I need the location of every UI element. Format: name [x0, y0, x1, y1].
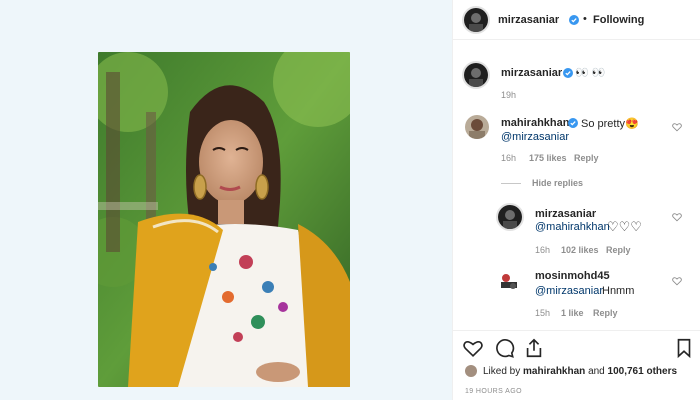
reply-reply-button[interactable]: Reply: [606, 245, 631, 255]
reply-like-heart-icon[interactable]: [672, 212, 682, 222]
comment-reply-button[interactable]: Reply: [574, 153, 599, 163]
reply-mention[interactable]: @mahirahkhan: [535, 221, 610, 233]
caption-avatar[interactable]: [462, 61, 490, 89]
post-header: mirzasaniar • Following: [453, 0, 700, 40]
comment-mention[interactable]: @mirzasaniar: [501, 131, 569, 143]
comment-icon[interactable]: [493, 337, 515, 359]
comment-likes[interactable]: 175 likes: [529, 153, 567, 163]
caption-time: 19h: [501, 90, 517, 100]
author-avatar-image: [464, 8, 488, 32]
comment-avatar-image: [465, 115, 489, 139]
bookmark-icon[interactable]: [673, 337, 695, 359]
post-photo-art: [98, 52, 350, 387]
header-separator: •: [583, 13, 587, 25]
following-button[interactable]: Following: [593, 14, 644, 26]
author-avatar[interactable]: [462, 6, 490, 34]
likes-and: and: [588, 366, 605, 377]
post-detail-panel: mirzasaniar • Following mirzasaniar 👀 👀 …: [452, 0, 700, 400]
post-actions-bar: Liked by mahirahkhan and 100,761 others …: [453, 330, 700, 400]
reply-username[interactable]: mirzasaniar: [535, 208, 596, 220]
post-photo[interactable]: [98, 52, 350, 387]
hide-replies-button[interactable]: Hide replies: [532, 178, 583, 188]
reply-likes[interactable]: 1 like: [561, 308, 584, 318]
verified-badge-icon: [569, 15, 579, 25]
caption-username[interactable]: mirzasaniar: [501, 67, 562, 79]
heart-icon[interactable]: [462, 337, 484, 359]
likes-summary: Liked by mahirahkhan and 100,761 others: [483, 366, 677, 377]
reply-hearts: ♡♡♡: [607, 219, 642, 234]
likes-user[interactable]: mahirahkhan: [523, 366, 585, 377]
hide-replies-line: [501, 183, 521, 184]
reply-likes[interactable]: 102 likes: [561, 245, 599, 255]
share-icon[interactable]: [523, 337, 545, 359]
comment-text: So pretty😍: [581, 118, 639, 130]
post-time-ago: 19 HOURS AGO: [465, 388, 522, 395]
reply-time: 15h: [535, 308, 551, 318]
comment-time: 16h: [501, 153, 517, 163]
caption-avatar-image: [464, 63, 488, 87]
author-username[interactable]: mirzasaniar: [498, 14, 559, 26]
reply-time: 16h: [535, 245, 551, 255]
comment-avatar[interactable]: [465, 115, 489, 139]
reply-text: Hnmm: [602, 285, 635, 297]
reply-mention[interactable]: @mirzasaniar: [535, 285, 603, 297]
reply-avatar-image: [498, 205, 522, 229]
likes-avatar[interactable]: [465, 365, 477, 377]
comment-username[interactable]: mahirahkhan: [501, 117, 569, 129]
verified-badge-icon: [568, 118, 578, 128]
likes-prefix: Liked by: [483, 366, 521, 377]
reply-username[interactable]: mosinmohd45: [535, 270, 610, 282]
reply-like-heart-icon[interactable]: [672, 276, 682, 286]
comment-like-heart-icon[interactable]: [672, 122, 682, 132]
reply-reply-button[interactable]: Reply: [593, 308, 618, 318]
reply-avatar[interactable]: [496, 203, 524, 231]
reply-avatar-image: [497, 269, 521, 293]
reply-avatar[interactable]: [497, 269, 521, 293]
verified-badge-icon: [563, 68, 573, 78]
likes-others[interactable]: 100,761 others: [608, 366, 678, 377]
caption-text: 👀 👀: [575, 67, 606, 79]
